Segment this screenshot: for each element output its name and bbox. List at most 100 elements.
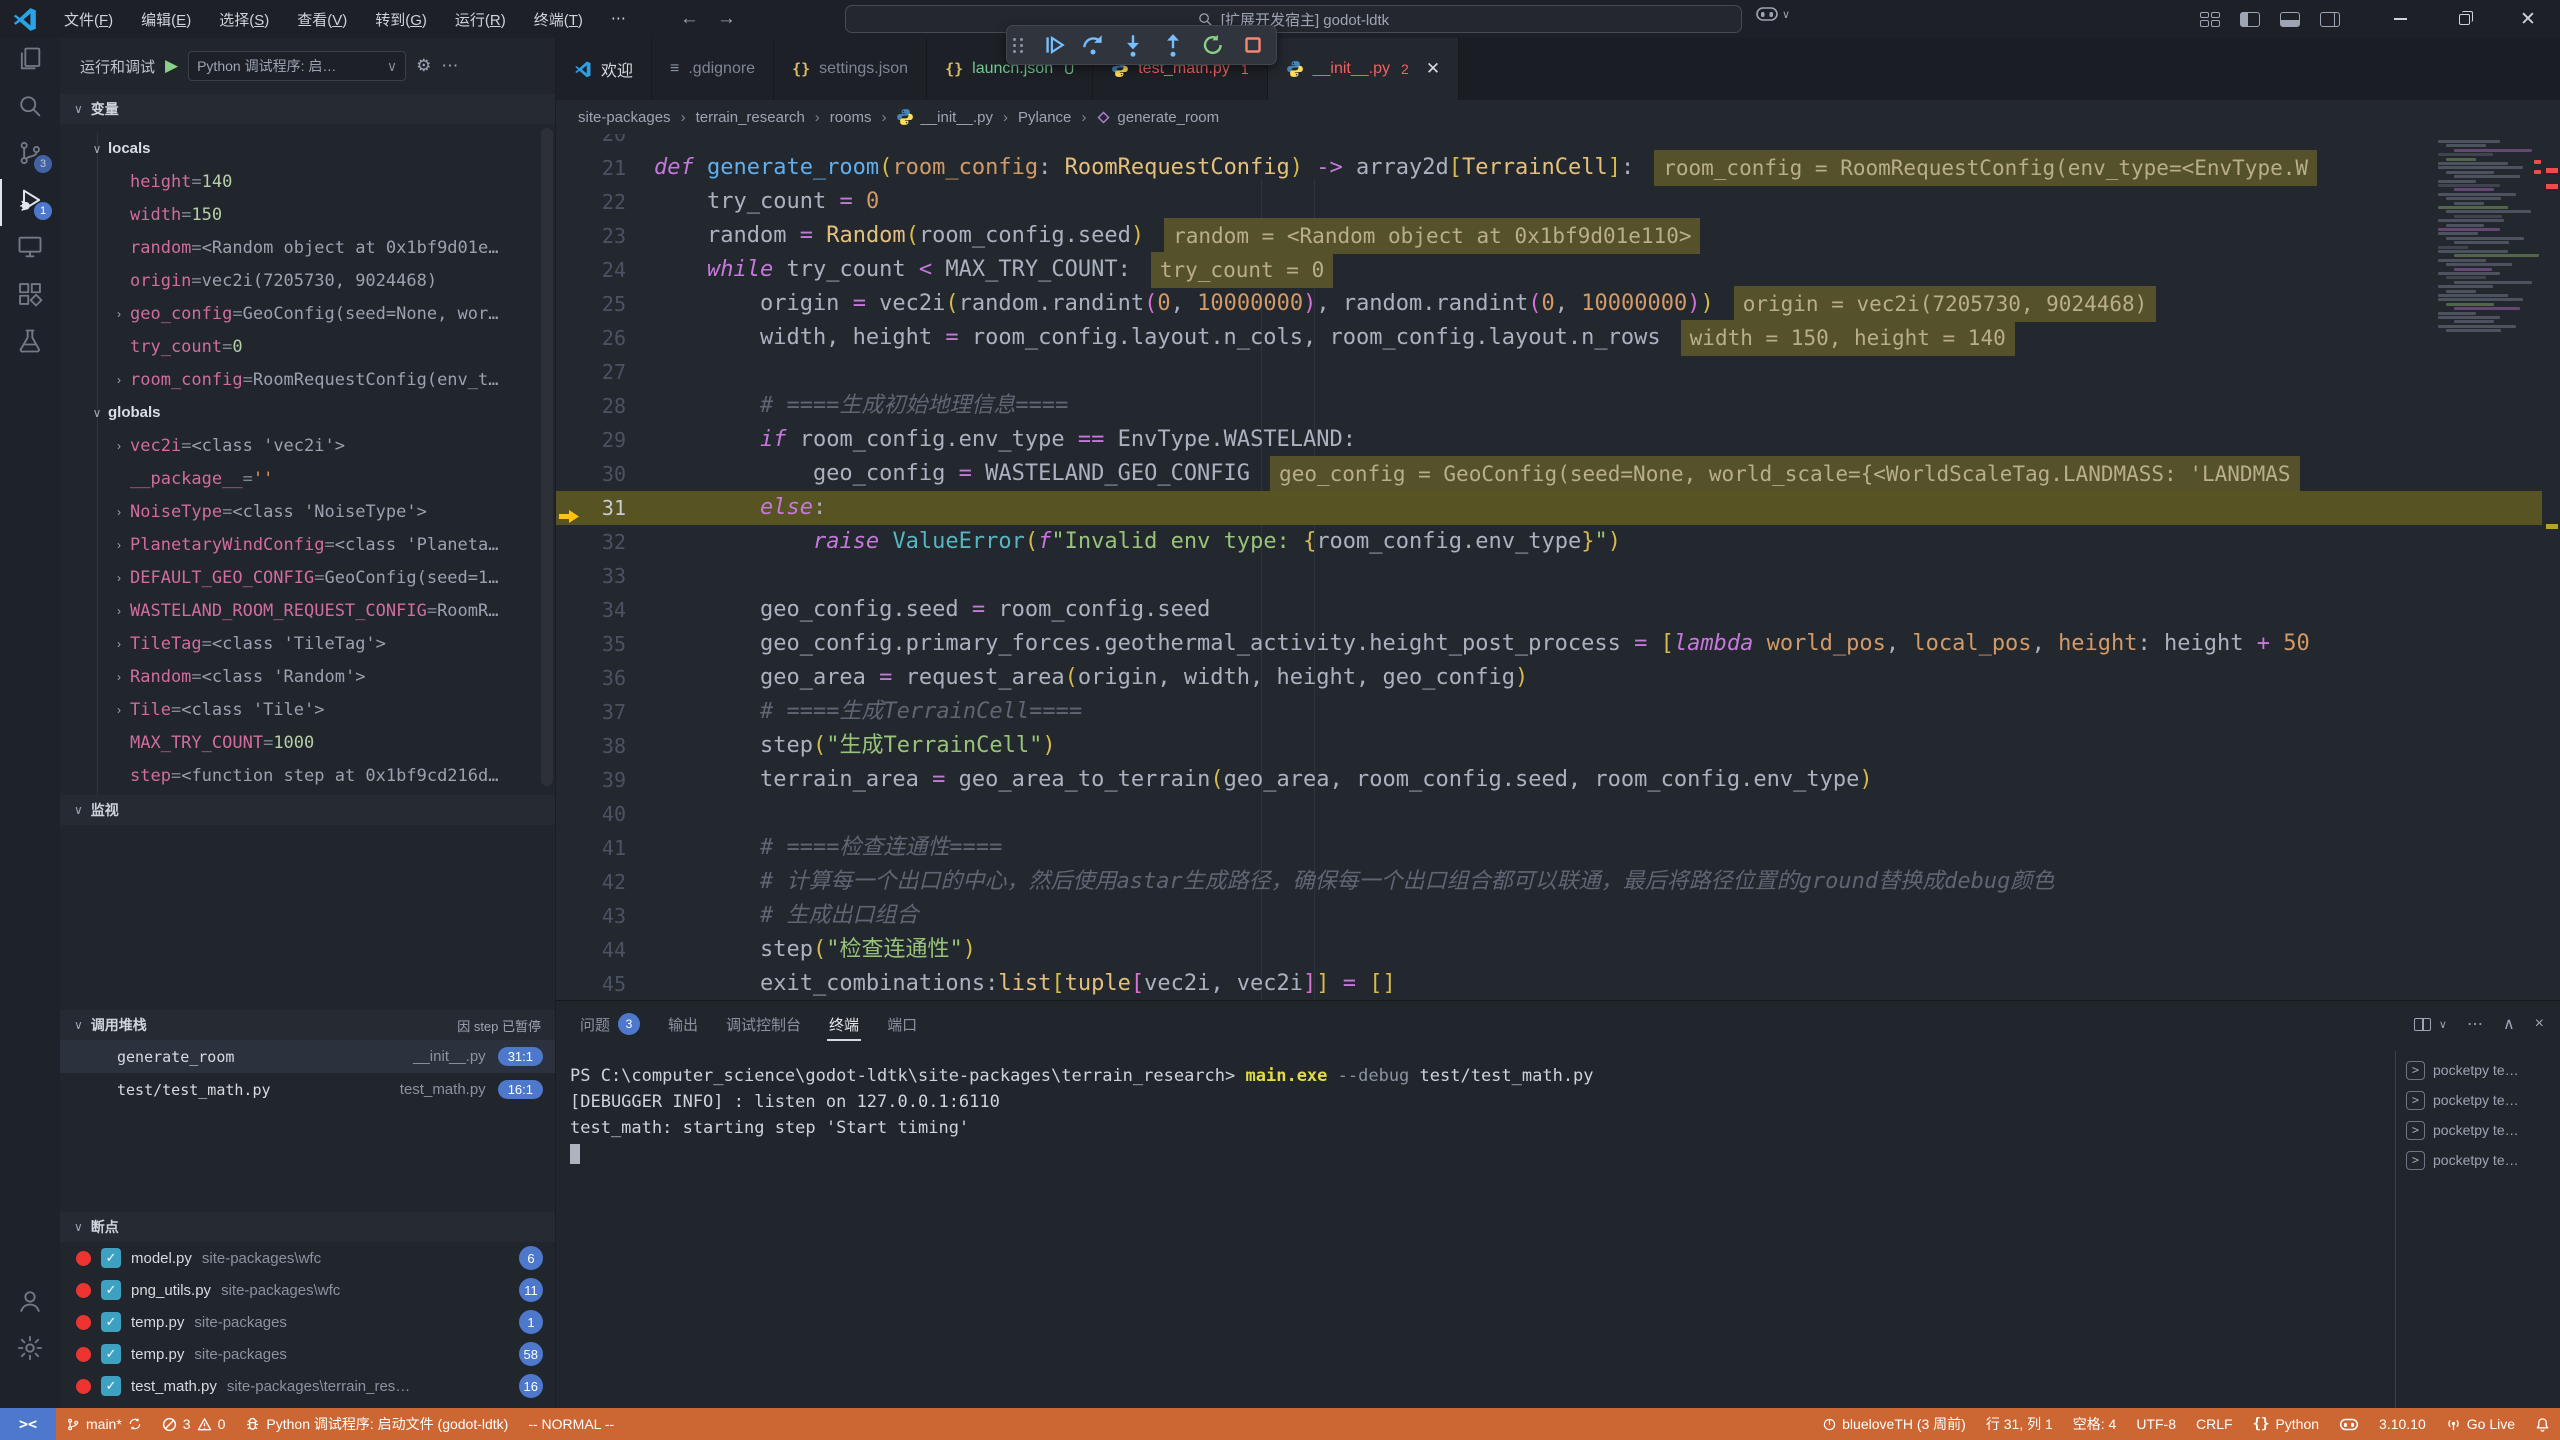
variable-row[interactable]: try_count = 0: [60, 330, 555, 363]
stack-frame[interactable]: test/test_math.pytest_math.py16:1: [60, 1073, 555, 1106]
status-problems[interactable]: 30: [152, 1408, 236, 1440]
panel-tab-端口[interactable]: 端口: [873, 1001, 931, 1047]
code-line[interactable]: 21def generate_room(room_config: RoomReq…: [556, 151, 2542, 185]
restore-button[interactable]: [2432, 0, 2496, 38]
variable-row[interactable]: MAX_TRY_COUNT = 1000: [60, 726, 555, 759]
terminal-instance[interactable]: >pocketpy te…: [2396, 1145, 2560, 1175]
code-line[interactable]: 39 terrain_area = geo_area_to_terrain(ge…: [556, 763, 2542, 797]
code-line[interactable]: 28 # ====生成初始地理信息====: [556, 389, 2542, 423]
breadcrumb-item[interactable]: terrain_research: [696, 109, 805, 126]
more-actions-button[interactable]: ⋯: [2467, 1014, 2483, 1034]
breakpoint-row[interactable]: ✓png_utils.pysite-packages\wfc11: [60, 1274, 555, 1306]
code-line[interactable]: 44 step("检查连通性"): [556, 933, 2542, 967]
breakpoint-checkbox[interactable]: ✓: [101, 1344, 121, 1364]
activity-remote-explorer[interactable]: [0, 226, 60, 273]
step-into-button[interactable]: [1120, 32, 1146, 58]
status-notifications[interactable]: [2525, 1408, 2560, 1440]
stop-button[interactable]: [1240, 32, 1266, 58]
nav-forward-icon[interactable]: →: [717, 8, 736, 30]
breakpoint-checkbox[interactable]: ✓: [101, 1248, 121, 1268]
minimize-button[interactable]: [2368, 0, 2432, 38]
activity-run-and-debug[interactable]: 1: [0, 179, 60, 226]
variable-row[interactable]: ›Random = <class 'Random'>: [60, 660, 555, 693]
variable-row[interactable]: __package__ = '': [60, 462, 555, 495]
status-language-mode[interactable]: {}Python: [2243, 1408, 2329, 1440]
panel-tab-输出[interactable]: 输出: [654, 1001, 712, 1047]
tab-.gdignore[interactable]: ≡.gdignore: [652, 38, 774, 100]
panel-tab-问题[interactable]: 问题3: [566, 1001, 654, 1047]
variable-group-globals[interactable]: ∨globals: [60, 396, 555, 429]
status-git-branch[interactable]: main*: [56, 1408, 152, 1440]
status-git-blame[interactable]: blueloveTH (3 周前): [1813, 1408, 1976, 1440]
stack-frame[interactable]: generate_room__init__.py31:1: [60, 1040, 555, 1073]
menu-查看(V)[interactable]: 查看(V): [285, 5, 359, 34]
breadcrumb-item[interactable]: rooms: [830, 109, 872, 126]
variable-row[interactable]: ›PlanetaryWindConfig = <class 'Planeta…: [60, 528, 555, 561]
code-line[interactable]: 31 else:: [556, 491, 2542, 525]
code-line[interactable]: 29 if room_config.env_type == EnvType.WA…: [556, 423, 2542, 457]
code-line[interactable]: 24 while try_count < MAX_TRY_COUNT:try_c…: [556, 253, 2542, 287]
variable-row[interactable]: ›NoiseType = <class 'NoiseType'>: [60, 495, 555, 528]
code-editor[interactable]: 2021def generate_room(room_config: RoomR…: [556, 134, 2560, 1000]
code-line[interactable]: 36 geo_area = request_area(origin, width…: [556, 661, 2542, 695]
status-encoding[interactable]: UTF-8: [2126, 1408, 2186, 1440]
menu-转到(G)[interactable]: 转到(G): [363, 5, 439, 34]
status-vim-mode[interactable]: -- NORMAL --: [518, 1408, 624, 1440]
terminal-instance[interactable]: >pocketpy te…: [2396, 1115, 2560, 1145]
breakpoints-section-header[interactable]: ∨ 断点: [60, 1212, 555, 1242]
activity-manage[interactable]: [0, 1327, 60, 1374]
toggle-sidebar-icon[interactable]: [2240, 12, 2260, 27]
call-stack-section-header[interactable]: ∨ 调用堆栈 因 step 已暂停: [60, 1010, 555, 1040]
close-button[interactable]: ✕: [2496, 0, 2560, 38]
terminal-instance[interactable]: >pocketpy te…: [2396, 1085, 2560, 1115]
watch-section-header[interactable]: ∨ 监视: [60, 795, 555, 825]
drag-handle[interactable]: [1013, 38, 1024, 53]
continue-button[interactable]: [1040, 32, 1066, 58]
status-remote-indicator[interactable]: ><: [0, 1408, 56, 1440]
breakpoint-row[interactable]: ✓temp.pysite-packages1: [60, 1306, 555, 1338]
breakpoint-row[interactable]: ✓model.pysite-packages\wfc6: [60, 1242, 555, 1274]
breakpoint-checkbox[interactable]: ✓: [101, 1312, 121, 1332]
terminal-instance[interactable]: >pocketpy te…: [2396, 1055, 2560, 1085]
tab-欢迎[interactable]: 欢迎: [556, 38, 652, 100]
variable-row[interactable]: ›DEFAULT_GEO_CONFIG = GeoConfig(seed=1…: [60, 561, 555, 594]
panel-tab-调试控制台[interactable]: 调试控制台: [712, 1001, 815, 1047]
variable-row[interactable]: origin = vec2i(7205730, 9024468): [60, 264, 555, 297]
status-eol[interactable]: CRLF: [2186, 1408, 2243, 1440]
variable-row[interactable]: ›Tile = <class 'Tile'>: [60, 693, 555, 726]
menu-运行(R)[interactable]: 运行(R): [443, 5, 518, 34]
activity-testing[interactable]: [0, 320, 60, 367]
activity-accounts[interactable]: [0, 1280, 60, 1327]
nav-back-icon[interactable]: ←: [680, 8, 699, 30]
activity-extensions[interactable]: [0, 273, 60, 320]
tab-settings.json[interactable]: {}settings.json: [774, 38, 927, 100]
breakpoint-row[interactable]: ✓temp.pysite-packages58: [60, 1338, 555, 1370]
code-line[interactable]: 35 geo_config.primary_forces.geothermal_…: [556, 627, 2542, 661]
breadcrumb-item[interactable]: site-packages: [578, 109, 671, 126]
close-icon[interactable]: ✕: [1426, 59, 1440, 79]
menu-终端(T)[interactable]: 终端(T): [522, 5, 595, 34]
terminal-output[interactable]: PS C:\computer_science\godot-ldtk\site-p…: [556, 1047, 2395, 1408]
breakpoint-checkbox[interactable]: ✓: [101, 1376, 121, 1396]
menu-编辑(E)[interactable]: 编辑(E): [129, 5, 203, 34]
variable-row[interactable]: random = <Random object at 0x1bf9d01e…: [60, 231, 555, 264]
code-line[interactable]: 30 geo_config = WASTELAND_GEO_CONFIGgeo_…: [556, 457, 2542, 491]
breadcrumb-item[interactable]: generate_room: [1096, 109, 1219, 126]
activity-search[interactable]: [0, 85, 60, 132]
minimap[interactable]: [2438, 140, 2542, 336]
code-line[interactable]: 27: [556, 355, 2542, 389]
breakpoint-row[interactable]: ✓test_math.pysite-packages\terrain_res…1…: [60, 1370, 555, 1402]
tab-__init__.py[interactable]: __init__.py2✕: [1268, 38, 1459, 100]
breadcrumb-item[interactable]: Pylance: [1018, 109, 1071, 126]
status-copilot[interactable]: [2329, 1408, 2369, 1440]
variable-row[interactable]: ›TileTag = <class 'TileTag'>: [60, 627, 555, 660]
code-line[interactable]: 22 try_count = 0: [556, 185, 2542, 219]
customize-layout-icon[interactable]: [2200, 12, 2220, 27]
gear-icon[interactable]: ⚙: [416, 56, 431, 76]
activity-source-control[interactable]: 3: [0, 132, 60, 179]
step-over-button[interactable]: [1080, 32, 1106, 58]
close-panel-button[interactable]: ×: [2535, 1015, 2544, 1033]
overview-ruler[interactable]: [2542, 134, 2560, 1000]
code-line[interactable]: 45 exit_combinations:list[tuple[vec2i, v…: [556, 967, 2542, 1000]
menu-⋯[interactable]: ⋯: [599, 5, 638, 34]
